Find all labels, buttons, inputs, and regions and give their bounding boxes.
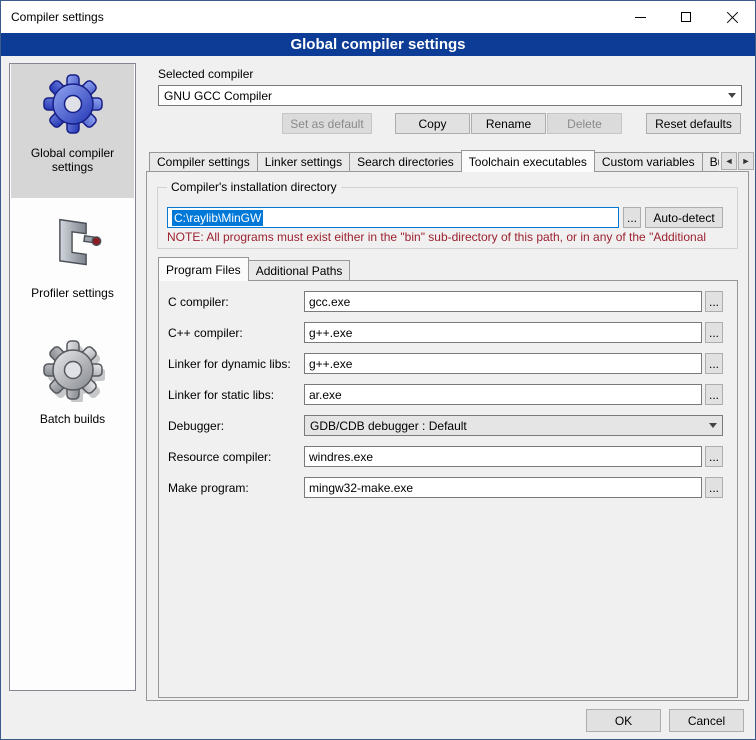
compiler-settings-tabs: Compiler settings Linker settings Search… xyxy=(149,150,719,172)
maximize-icon xyxy=(681,12,691,22)
delete-button: Delete xyxy=(547,113,622,134)
minimize-button[interactable] xyxy=(617,1,663,33)
c-compiler-input[interactable] xyxy=(304,291,702,312)
program-files-tabs: Program Files Additional Paths xyxy=(158,257,349,281)
selected-compiler-dropdown[interactable]: GNU GCC Compiler xyxy=(158,85,742,106)
resource-compiler-browse-button[interactable]: ... xyxy=(705,446,723,467)
debugger-dropdown[interactable]: GDB/CDB debugger : Default xyxy=(304,415,723,436)
selected-compiler-label: Selected compiler xyxy=(158,67,253,81)
settings-category-list: Global compiler settings Pr xyxy=(9,63,136,691)
linker-static-browse-button[interactable]: ... xyxy=(705,384,723,405)
cpp-compiler-input[interactable] xyxy=(304,322,702,343)
c-compiler-label: C compiler: xyxy=(168,295,229,309)
installation-directory-group-label: Compiler's installation directory xyxy=(167,180,341,194)
debugger-value: GDB/CDB debugger : Default xyxy=(305,419,704,433)
tab-custom-variables[interactable]: Custom variables xyxy=(594,152,703,171)
cpp-compiler-label: C++ compiler: xyxy=(168,326,243,340)
minimize-icon xyxy=(635,17,646,18)
window-title: Compiler settings xyxy=(11,10,617,24)
tab-toolchain-executables[interactable]: Toolchain executables xyxy=(461,150,595,172)
tab-additional-paths[interactable]: Additional Paths xyxy=(248,260,351,280)
sidebar-item-label: Profiler settings xyxy=(17,286,129,300)
auto-detect-button[interactable]: Auto-detect xyxy=(645,207,723,228)
c-compiler-browse-button[interactable]: ... xyxy=(705,291,723,312)
linker-dynamic-label: Linker for dynamic libs: xyxy=(168,357,291,371)
install-dir-selected-text: C:\raylib\MinGW xyxy=(172,210,263,226)
sidebar-item-profiler-settings[interactable]: Profiler settings xyxy=(11,204,134,324)
set-as-default-button: Set as default xyxy=(282,113,372,134)
tab-compiler-settings[interactable]: Compiler settings xyxy=(149,152,258,171)
tab-linker-settings[interactable]: Linker settings xyxy=(257,152,350,171)
debugger-label: Debugger: xyxy=(168,419,224,433)
chevron-down-icon xyxy=(704,416,722,435)
linker-dynamic-input[interactable] xyxy=(304,353,702,374)
resource-compiler-input[interactable] xyxy=(304,446,702,467)
sidebar-item-global-compiler-settings[interactable]: Global compiler settings xyxy=(11,64,134,198)
copy-button[interactable]: Copy xyxy=(395,113,470,134)
make-program-label: Make program: xyxy=(168,481,249,495)
compiler-settings-dialog: Compiler settings Global compiler settin… xyxy=(0,0,756,740)
sidebar-item-label: Global compiler settings xyxy=(17,146,129,174)
install-dir-input[interactable]: C:\raylib\MinGW xyxy=(167,207,619,228)
blue-gear-icon xyxy=(41,72,105,138)
gray-gear-icon xyxy=(41,338,105,404)
titlebar[interactable]: Compiler settings xyxy=(1,1,755,33)
ok-button[interactable]: OK xyxy=(586,709,661,732)
selected-compiler-value: GNU GCC Compiler xyxy=(159,89,723,103)
sidebar-item-label: Batch builds xyxy=(17,412,129,426)
sidebar-item-batch-builds[interactable]: Batch builds xyxy=(11,330,134,450)
make-program-browse-button[interactable]: ... xyxy=(705,477,723,498)
close-button[interactable] xyxy=(709,1,755,33)
dialog-header: Global compiler settings xyxy=(1,33,755,56)
close-icon xyxy=(726,11,739,24)
linker-static-input[interactable] xyxy=(304,384,702,405)
chevron-down-icon xyxy=(723,86,741,105)
dialog-header-title: Global compiler settings xyxy=(290,36,465,53)
linker-static-label: Linker for static libs: xyxy=(168,388,274,402)
tab-scroll-left-button[interactable]: ◄ xyxy=(721,152,737,170)
tab-program-files[interactable]: Program Files xyxy=(158,257,249,281)
reset-defaults-button[interactable]: Reset defaults xyxy=(646,113,741,134)
maximize-button[interactable] xyxy=(663,1,709,33)
linker-dynamic-browse-button[interactable]: ... xyxy=(705,353,723,374)
tab-search-directories[interactable]: Search directories xyxy=(349,152,462,171)
cpp-compiler-browse-button[interactable]: ... xyxy=(705,322,723,343)
profiler-clamp-icon xyxy=(43,212,103,278)
tab-build-options-truncated[interactable]: Buil xyxy=(702,152,719,171)
tab-scroll-right-button[interactable]: ► xyxy=(738,152,754,170)
rename-button[interactable]: Rename xyxy=(471,113,546,134)
cancel-button[interactable]: Cancel xyxy=(669,709,744,732)
make-program-input[interactable] xyxy=(304,477,702,498)
bin-subdirectory-note: NOTE: All programs must exist either in … xyxy=(167,230,733,244)
install-dir-browse-button[interactable]: ... xyxy=(623,207,641,228)
resource-compiler-label: Resource compiler: xyxy=(168,450,271,464)
